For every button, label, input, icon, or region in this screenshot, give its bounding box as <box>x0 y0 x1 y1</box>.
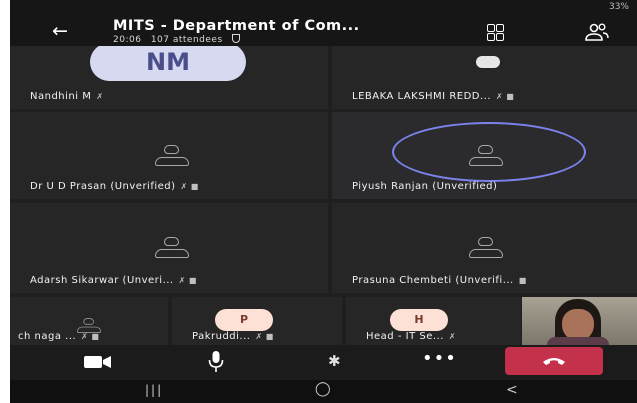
participant-name: Prasuna Chembeti (Unverifi... ■ <box>352 275 527 286</box>
bluetooth-icon[interactable]: ✱ <box>328 352 341 370</box>
mic-off-icon: ✗ ■ <box>180 182 199 191</box>
participant-name: ch naga ... ✗ ■ <box>18 331 100 342</box>
phone-screen: 33% ← MITS - Department of Com... 20:06 … <box>10 0 637 403</box>
shield-icon <box>232 34 241 43</box>
self-video-shoulders <box>547 337 609 345</box>
participant-tile[interactable]: H Head - IT Se... ✗ <box>346 297 521 345</box>
meeting-time: 20:06 <box>113 35 142 45</box>
participant-name: Adarsh Sikarwar (Unveri... ✗ ■ <box>30 275 197 286</box>
participants-icon[interactable] <box>585 23 609 41</box>
mic-off-icon: ✗ ■ <box>255 332 274 341</box>
participant-name: Nandhini M ✗ <box>30 91 104 102</box>
mic-off-icon: ✗ <box>448 332 457 341</box>
participant-name: Head - IT Se... ✗ <box>366 331 457 342</box>
participant-name: Piyush Ranjan (Unverified) <box>352 181 498 192</box>
android-nav-bar: ||| ◯ < <box>10 380 637 403</box>
participant-tile[interactable]: Dr U D Prasan (Unverified) ✗ ■ <box>10 112 328 199</box>
home-button[interactable]: ◯ <box>315 381 331 397</box>
participant-tile[interactable]: LEBAKA LAKSHMI REDD... ✗ ■ <box>332 46 637 109</box>
participant-tile[interactable]: Prasuna Chembeti (Unverifi... ■ <box>332 203 637 293</box>
mic-off-icon: ✗ <box>96 92 104 101</box>
avatar: P <box>215 309 273 331</box>
person-icon <box>469 237 503 259</box>
back-button[interactable]: < <box>506 382 518 398</box>
battery-level: 33% <box>608 2 629 12</box>
person-icon <box>469 145 503 167</box>
camera-icon[interactable] <box>84 355 112 369</box>
meeting-header: ← MITS - Department of Com... 20:06 107 … <box>10 16 637 46</box>
participant-tile[interactable]: NM Nandhini M ✗ <box>10 46 328 109</box>
person-icon <box>155 237 189 259</box>
meeting-subtitle: 20:06 107 attendees <box>113 34 241 45</box>
participant-tile[interactable]: ch naga ... ✗ ■ <box>10 297 168 345</box>
mic-off-icon: ✗ ■ <box>178 276 197 285</box>
recent-apps-button[interactable]: ||| <box>145 383 163 397</box>
gallery-layout-icon[interactable] <box>487 24 504 41</box>
self-video-preview[interactable] <box>522 297 637 345</box>
participant-name: Pakruddi... ✗ ■ <box>192 331 274 342</box>
meeting-title[interactable]: MITS - Department of Com... <box>113 18 360 34</box>
mic-off-icon: ✗ ■ <box>496 92 515 101</box>
microphone-icon[interactable] <box>208 351 224 373</box>
participant-name: Dr U D Prasan (Unverified) ✗ ■ <box>30 181 199 192</box>
video-off-icon <box>476 56 500 68</box>
participant-tile[interactable]: Adarsh Sikarwar (Unveri... ✗ ■ <box>10 203 328 293</box>
participant-name: LEBAKA LAKSHMI REDD... ✗ ■ <box>352 91 515 102</box>
leave-call-button[interactable] <box>505 347 603 375</box>
participant-tile[interactable]: P Pakruddi... ✗ ■ <box>172 297 342 345</box>
avatar: H <box>390 309 448 331</box>
avatar: NM <box>90 46 246 81</box>
back-arrow-icon[interactable]: ← <box>52 21 68 41</box>
participant-tile-speaking[interactable]: Piyush Ranjan (Unverified) <box>332 112 637 199</box>
video-off-icon: ■ <box>518 276 527 285</box>
mic-off-icon: ✗ ■ <box>81 332 100 341</box>
attendee-count: 107 attendees <box>150 35 223 45</box>
more-options-icon[interactable]: ••• <box>422 348 457 369</box>
person-icon <box>155 145 189 167</box>
call-controls-bar: ✱ ••• <box>10 345 637 380</box>
status-bar: 33% <box>10 0 637 16</box>
hang-up-icon <box>543 358 565 365</box>
